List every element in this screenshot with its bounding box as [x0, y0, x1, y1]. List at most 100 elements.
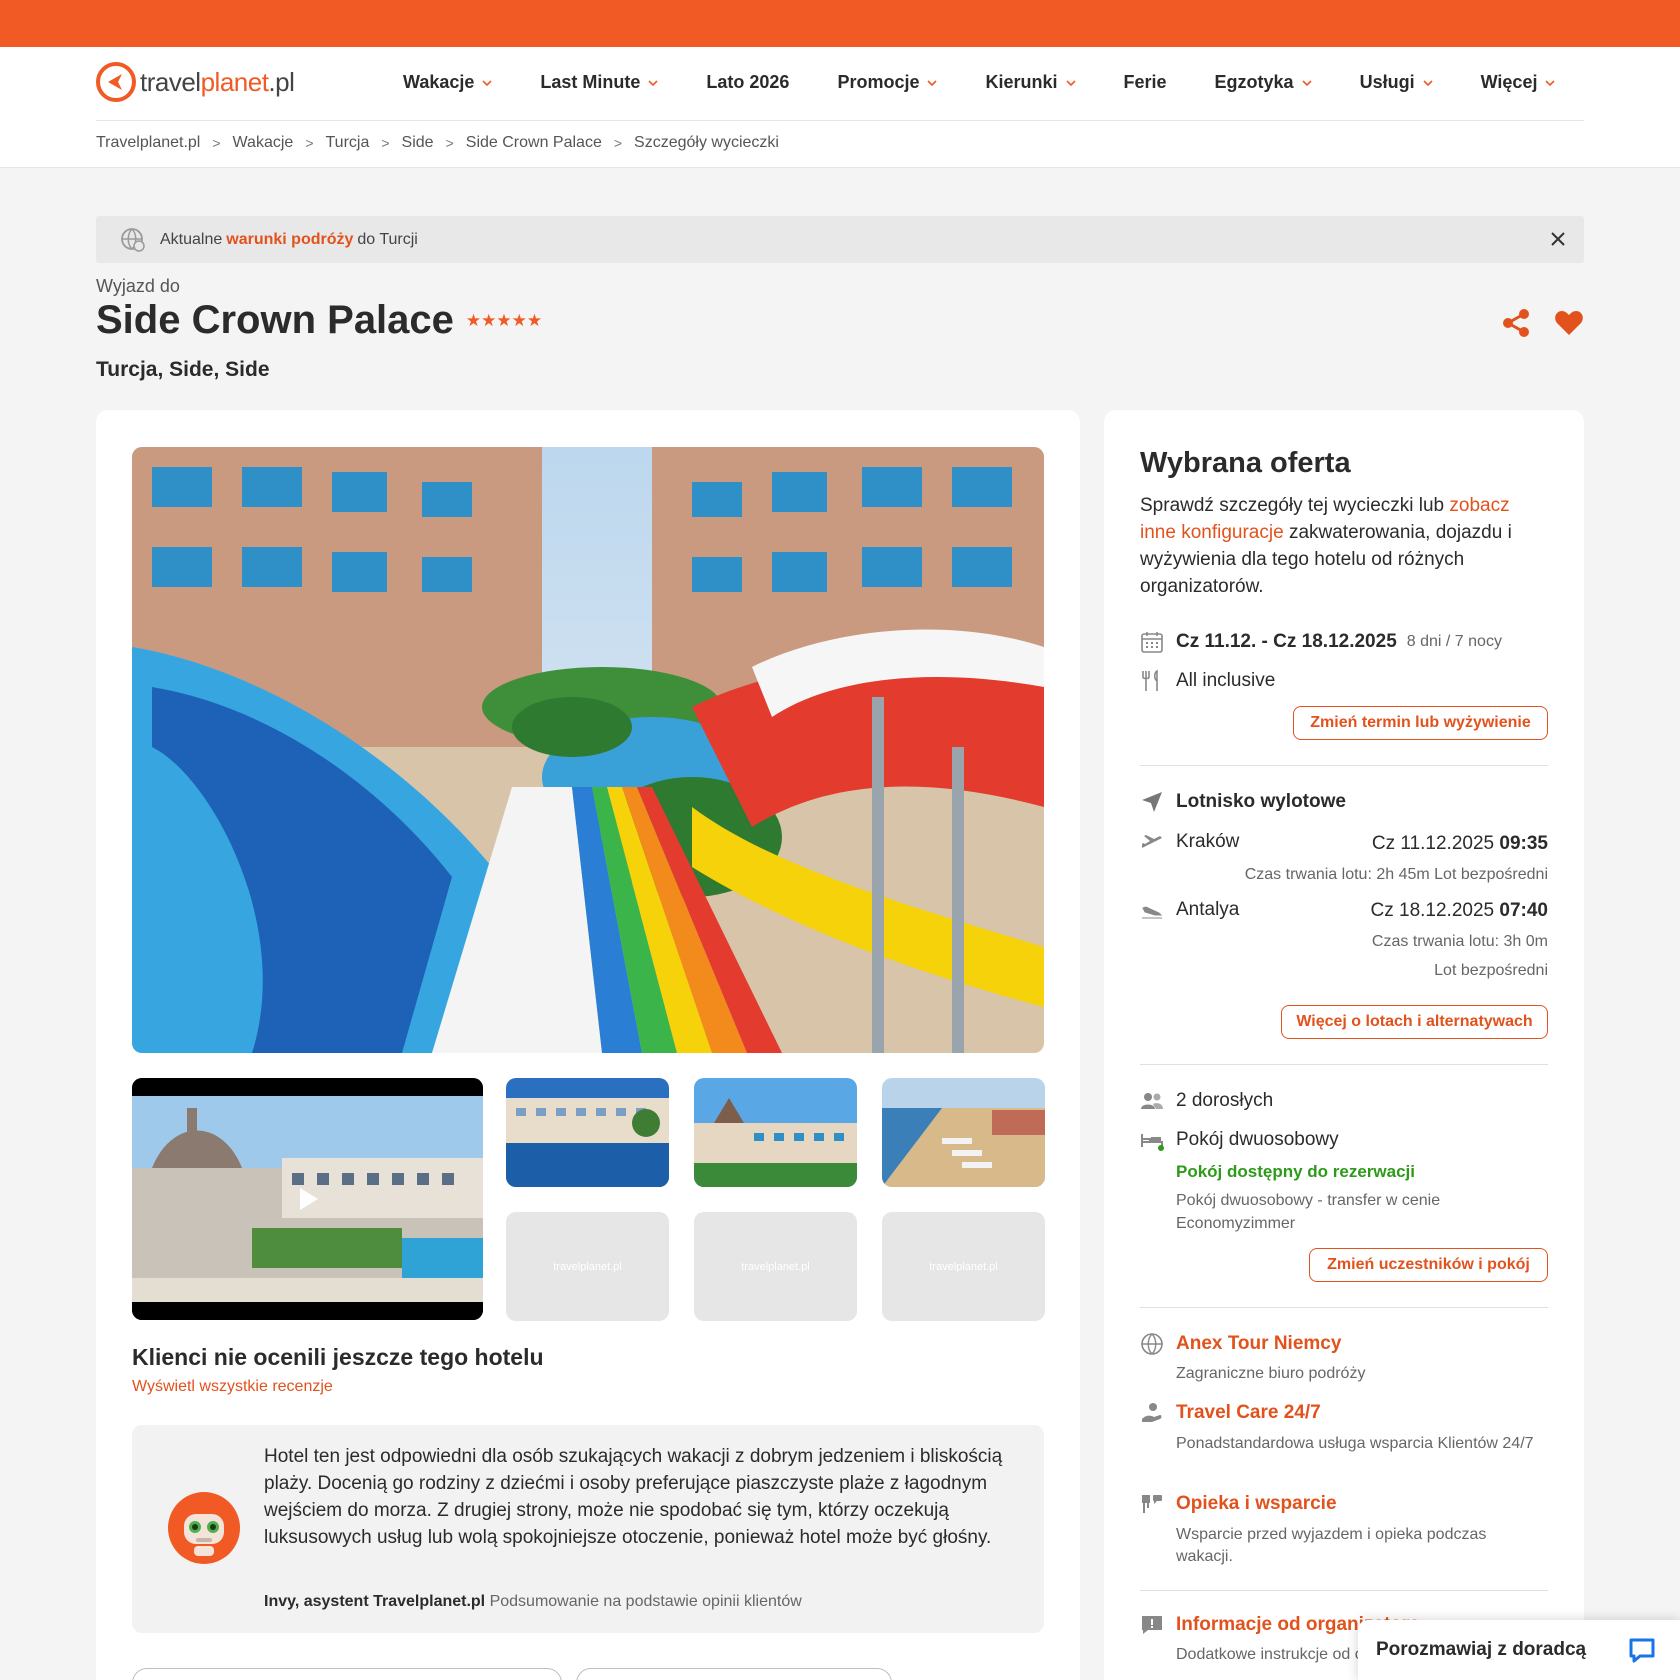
travel-care-description: Ponadstandardowa usługa wsparcia Klientó… [1176, 1435, 1534, 1452]
heart-icon[interactable] [1553, 307, 1585, 339]
notice-link[interactable]: warunki podróży [226, 231, 353, 249]
nav-item-wiecej[interactable]: Więcej [1481, 72, 1556, 93]
return-city: Antalya [1176, 899, 1240, 920]
pre-title: Wyjazd do [96, 276, 180, 296]
gallery-thumbnail-image [506, 1078, 669, 1187]
placeholder-logo-text: travelplanet.pl [929, 1260, 998, 1273]
gallery-thumbnail-placeholder[interactable]: travelplanet.pl [506, 1212, 669, 1321]
chevron-down-icon [482, 79, 492, 86]
offer-dates-row: Cz 11.12. - Cz 18.12.2025 8 dni / 7 nocy [1140, 630, 1502, 654]
nav-item-kierunki[interactable]: Kierunki [985, 72, 1076, 93]
logo[interactable]: travelplanet.pl [96, 62, 295, 102]
plane-icon [1142, 792, 1162, 812]
placeholder-logo-text: travelplanet.pl [553, 1260, 622, 1273]
hotel-location: Turcja, Side, Side [96, 358, 270, 381]
breadcrumb-item[interactable]: Travelplanet.pl [96, 134, 200, 152]
participants-row: 2 dorosłych [1140, 1089, 1273, 1113]
nav-item-lato-2026[interactable]: Lato 2026 [706, 72, 789, 93]
gallery-thumbnail-image [694, 1078, 857, 1187]
breadcrumb-separator: > [445, 135, 454, 151]
breadcrumb: Travelplanet.pl > Wakacje > Turcja > Side > … [96, 134, 779, 152]
airport-title-row: Lotnisko wylotowe [1140, 790, 1346, 814]
board-type: All inclusive [1176, 670, 1276, 691]
support-description: Wsparcie przed wyjazdem i opieka podczas… [1176, 1526, 1487, 1565]
breadcrumb-separator: > [613, 135, 623, 151]
reviews-title: Klienci nie ocenili jeszcze tego hotelu [132, 1344, 544, 1370]
nav-item-wakacje[interactable]: Wakacje [403, 72, 492, 93]
nav-item-ferie[interactable]: Ferie [1124, 72, 1167, 93]
ai-summary-box: Hotel ten jest odpowiedni dla osób szuka… [132, 1425, 1044, 1633]
hotel-main-card: travelplanet.pl travelplanet.pl travelpl… [96, 410, 1080, 1680]
chat-bubble-icon [1629, 1638, 1655, 1663]
top-promo-bar [0, 0, 1680, 47]
site-header: travelplanet.pl Wakacje Last Minute Lato… [0, 47, 1680, 168]
chevron-down-icon [648, 79, 658, 86]
operator-description: Zagraniczne biuro podróży [1176, 1365, 1366, 1382]
page-title: Side Crown Palace ★★★★★ [96, 298, 542, 343]
gallery-thumbnail-placeholder[interactable]: travelplanet.pl [882, 1212, 1045, 1321]
offer-dates: Cz 11.12. - Cz 18.12.2025 [1176, 631, 1397, 652]
breadcrumb-item[interactable]: Side Crown Palace [466, 134, 602, 152]
ai-summary-signature: Invy, asystent Travelplanet.pl Podsumowa… [264, 1593, 802, 1610]
chevron-down-icon [1423, 79, 1433, 86]
cutlery-icon [1142, 669, 1158, 691]
nav-item-egzotyka[interactable]: Egzotyka [1215, 72, 1312, 93]
calendar-icon [1141, 632, 1163, 653]
filter-pill[interactable] [132, 1668, 562, 1680]
hotel-photo-image [132, 447, 1044, 1053]
all-reviews-link[interactable]: Wyświetl wszystkie recenzje [132, 1378, 333, 1396]
outbound-info: Czas trwania lotu: 2h 45m Lot bezpośredn… [1244, 866, 1548, 883]
close-icon[interactable] [1548, 229, 1568, 249]
room-row: Pokój dwuosobowy [1140, 1128, 1339, 1152]
section-divider [1140, 765, 1548, 766]
gallery-thumbnail-image [882, 1078, 1045, 1187]
care-hand-icon [1142, 1403, 1162, 1422]
main-nav: Wakacje Last Minute Lato 2026 Promocje K… [403, 72, 1556, 93]
filter-pill[interactable] [576, 1668, 892, 1680]
notice-text: do Turcji [357, 230, 418, 248]
video-thumbnail-image [132, 1078, 483, 1320]
nav-item-uslugi[interactable]: Usługi [1360, 72, 1433, 93]
gallery-thumbnail[interactable] [506, 1078, 669, 1187]
chevron-down-icon [1065, 79, 1076, 86]
chat-with-advisor-button[interactable]: Porozmawiaj z doradcą [1358, 1620, 1680, 1680]
breadcrumb-item[interactable]: Turcja [326, 134, 370, 152]
departure-city: Kraków [1176, 831, 1240, 852]
chat-label: Porozmawiaj z doradcą [1376, 1639, 1587, 1660]
gallery-thumbnail[interactable] [694, 1078, 857, 1187]
support-row: Opieka i wsparcie [1140, 1492, 1337, 1516]
breadcrumb-separator: > [305, 135, 314, 151]
nav-item-promocje[interactable]: Promocje [837, 72, 938, 93]
support-title[interactable]: Opieka i wsparcie [1176, 1493, 1337, 1515]
logo-icon [96, 62, 136, 102]
room-description: Pokój dwuosobowy - transfer w cenie Econ… [1176, 1192, 1441, 1232]
nav-item-last-minute[interactable]: Last Minute [540, 72, 658, 93]
airport-title: Lotnisko wylotowe [1176, 791, 1346, 812]
board-row: All inclusive [1140, 669, 1275, 693]
change-term-button[interactable]: Zmień termin lub wyżywienie [1293, 706, 1548, 740]
travel-care-title[interactable]: Travel Care 24/7 [1176, 1402, 1321, 1424]
gallery-thumbnail-placeholder[interactable]: travelplanet.pl [694, 1212, 857, 1321]
globe-operator-icon [1141, 1333, 1163, 1355]
hotel-main-photo[interactable] [132, 447, 1044, 1053]
gallery-thumbnail[interactable] [882, 1078, 1045, 1187]
selected-offer-panel: Wybrana oferta Sprawdź szczegóły tej wyc… [1104, 410, 1584, 1680]
breadcrumb-separator: > [381, 135, 390, 151]
more-flights-button[interactable]: Więcej o lotach i alternatywach [1281, 1005, 1548, 1039]
change-room-button[interactable]: Zmień uczestników i pokój [1309, 1248, 1548, 1282]
video-thumbnail[interactable] [132, 1078, 483, 1320]
outbound-datetime: Cz 11.12.2025 09:35 [1371, 833, 1548, 854]
operator-name[interactable]: Anex Tour Niemcy [1176, 1333, 1341, 1355]
offer-title: Wybrana oferta [1140, 447, 1351, 479]
share-icon[interactable] [1500, 307, 1532, 339]
return-datetime: Cz 18.12.2025 07:40 [1370, 900, 1548, 921]
hotel-name: Side Crown Palace [96, 298, 454, 342]
arrival-icon [1142, 906, 1163, 919]
breadcrumb-item[interactable]: Side [402, 134, 434, 152]
section-divider [1140, 1064, 1548, 1065]
logo-text: travelplanet.pl [140, 66, 295, 97]
notice-text: Aktualne [160, 230, 223, 248]
support-icon [1142, 1495, 1162, 1513]
breadcrumb-item[interactable]: Wakacje [233, 134, 294, 152]
chevron-down-icon [927, 79, 938, 86]
